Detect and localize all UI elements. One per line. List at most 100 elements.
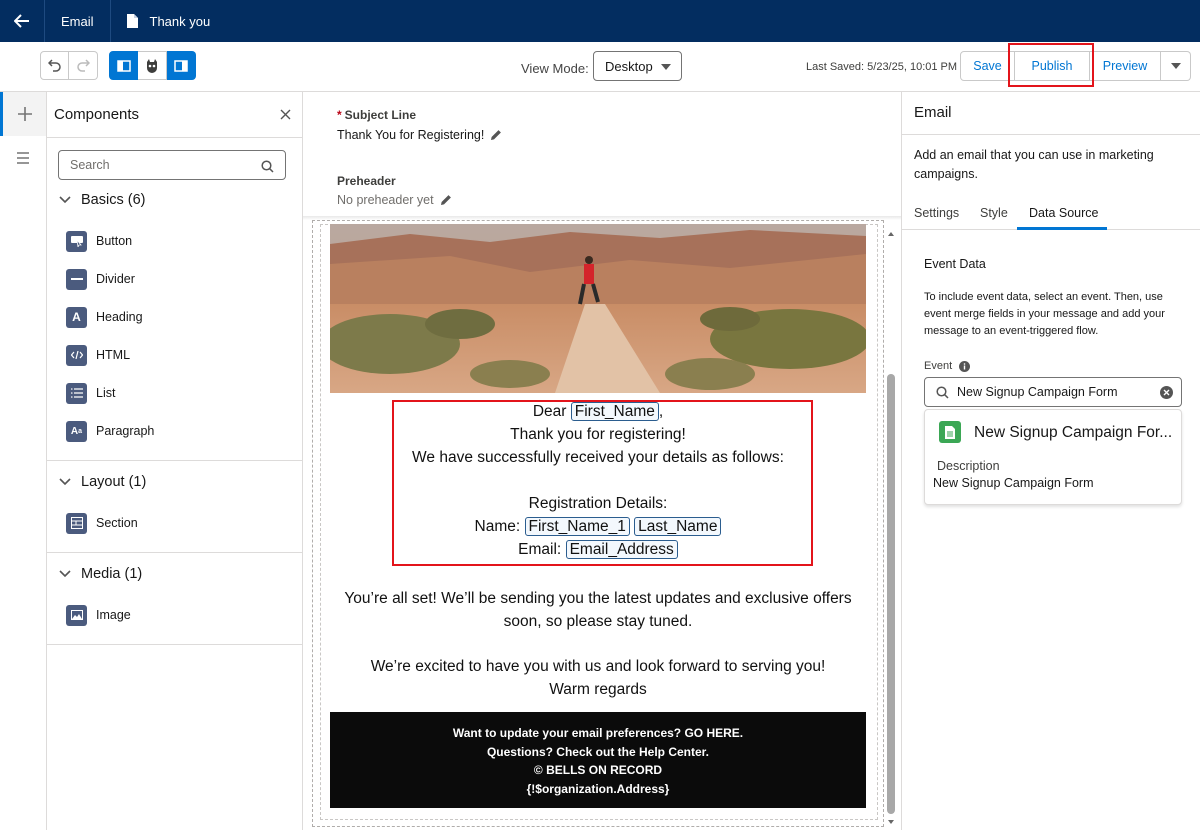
regards-line: Warm regards (549, 681, 647, 698)
merge-field-last-name[interactable]: Last_Name (634, 517, 722, 536)
registration-details-block[interactable]: Dear First_Name, Thank you for registeri… (330, 400, 866, 561)
back-button[interactable] (0, 0, 44, 42)
component-heading[interactable]: A Heading (66, 306, 143, 328)
footer-help-line: Questions? Check out the Help Center. (486, 744, 710, 759)
subject-line-field[interactable]: Thank You for Registering! (337, 128, 502, 142)
event-label: Event (924, 360, 971, 372)
section-basics[interactable]: Basics (6) (59, 192, 145, 208)
event-label-text: Event (924, 360, 953, 372)
section-layout[interactable]: Layout (1) (59, 474, 146, 490)
preview-button[interactable]: Preview (1090, 51, 1161, 81)
closing-paragraph[interactable]: We’re excited to have you with us and lo… (330, 655, 866, 701)
right-panel-icon (174, 59, 188, 72)
subject-line-label: * Subject Line (337, 108, 416, 122)
search-placeholder: Search (70, 158, 110, 172)
comma-text: , (658, 403, 664, 420)
section-basics-label: Basics (6) (81, 192, 146, 208)
preheader-label: Preheader (337, 174, 396, 188)
component-button[interactable]: Button (66, 230, 132, 252)
component-html[interactable]: HTML (66, 344, 130, 366)
undo-icon (47, 59, 62, 72)
preheader-field[interactable]: No preheader yet (337, 193, 452, 207)
section-media[interactable]: Media (1) (59, 566, 142, 582)
button-component-icon (66, 230, 87, 252)
active-tab-indicator (1017, 227, 1107, 230)
all-set-line-2: soon, so please stay tuned. (503, 613, 693, 630)
scroll-up-icon[interactable] (888, 232, 894, 236)
clear-icon[interactable] (1160, 386, 1173, 399)
section-divider (47, 460, 302, 461)
tab-email[interactable]: Email (44, 0, 111, 42)
event-data-description: To include event data, select an event. … (924, 291, 1165, 337)
name-line: Name: First_Name_1 Last_Name (330, 515, 866, 538)
outline-rail-button[interactable] (0, 136, 46, 180)
properties-description: Add an email that you can use in marketi… (914, 148, 1154, 181)
view-mode-select[interactable]: Desktop (593, 51, 682, 81)
greeting-line: Dear First_Name, (330, 400, 866, 423)
hero-image[interactable] (330, 224, 866, 393)
pencil-icon[interactable] (490, 129, 502, 141)
section-component-icon (66, 512, 87, 534)
required-marker: * (337, 108, 342, 122)
component-image-label: Image (96, 608, 131, 622)
scrollbar-thumb[interactable] (887, 374, 895, 814)
preheader-value: No preheader yet (337, 193, 434, 207)
redo-button[interactable] (69, 51, 98, 80)
view-mode-label: View Mode: (521, 61, 589, 76)
pencil-icon[interactable] (440, 194, 452, 206)
name-label: Name: (474, 518, 521, 535)
event-result-card[interactable]: New Signup Campaign For... Description N… (924, 409, 1182, 505)
close-icon[interactable] (280, 109, 291, 120)
action-button-group: Save Publish Preview (960, 51, 1191, 81)
properties-title: Email (914, 104, 952, 121)
all-set-paragraph[interactable]: You’re all set! We’ll be sending you the… (330, 587, 866, 633)
subject-line-label-text: Subject Line (344, 108, 417, 122)
more-actions-button[interactable] (1161, 51, 1191, 81)
document-icon (126, 14, 138, 28)
components-search-input[interactable]: Search (58, 150, 286, 180)
tab-thank-you[interactable]: Thank you (111, 0, 227, 42)
component-list[interactable]: List (66, 382, 115, 404)
component-section[interactable]: Section (66, 512, 138, 534)
caret-down-icon (661, 64, 671, 70)
component-paragraph[interactable]: Aa Paragraph (66, 420, 154, 442)
event-input-value: New Signup Campaign Form (957, 385, 1118, 399)
properties-divider (902, 134, 1200, 135)
component-list-label: List (96, 386, 116, 400)
merge-field-first-name[interactable]: First_Name (570, 402, 659, 421)
footer-address-line: {!$organization.Address} (526, 781, 670, 796)
component-divider[interactable]: Divider (66, 268, 135, 290)
components-panel: Components Search Basics (6) Button Divi… (47, 92, 303, 830)
all-set-line-1: You’re all set! We’ll be sending you the… (344, 590, 852, 607)
chevron-down-icon (59, 478, 71, 486)
excited-line: We’re excited to have you with us and lo… (370, 658, 826, 675)
merge-field-first-name-1[interactable]: First_Name_1 (524, 517, 630, 536)
tab-data-source[interactable]: Data Source (1029, 206, 1098, 220)
merge-field-email-address[interactable]: Email_Address (565, 540, 678, 559)
right-panel-toggle[interactable] (167, 51, 196, 80)
list-component-icon (66, 382, 87, 404)
search-icon (261, 160, 274, 173)
list-icon (17, 152, 29, 164)
section-divider (47, 644, 302, 645)
publish-button[interactable]: Publish (1015, 51, 1090, 81)
event-card-description-label: Description (937, 459, 1000, 473)
email-footer[interactable]: Want to update your email preferences? G… (330, 712, 866, 808)
component-image[interactable]: Image (66, 604, 131, 626)
tab-style[interactable]: Style (980, 206, 1008, 220)
save-button[interactable]: Save (960, 51, 1015, 81)
tab-settings[interactable]: Settings (914, 206, 959, 220)
canvas-scrollbar[interactable] (886, 232, 896, 826)
left-panel-toggle[interactable] (109, 51, 138, 80)
section-layout-label: Layout (1) (81, 474, 147, 490)
properties-tabs: Settings Style Data Source (902, 202, 1200, 230)
registration-details-heading: Registration Details: (528, 495, 668, 512)
scroll-down-icon[interactable] (888, 820, 894, 824)
info-icon[interactable] (959, 360, 971, 372)
einstein-button[interactable] (138, 51, 167, 80)
event-search-input[interactable]: New Signup Campaign Form (924, 377, 1182, 407)
undo-button[interactable] (40, 51, 69, 80)
add-components-rail-button[interactable] (0, 92, 46, 136)
event-card-title: New Signup Campaign For... (974, 424, 1173, 441)
